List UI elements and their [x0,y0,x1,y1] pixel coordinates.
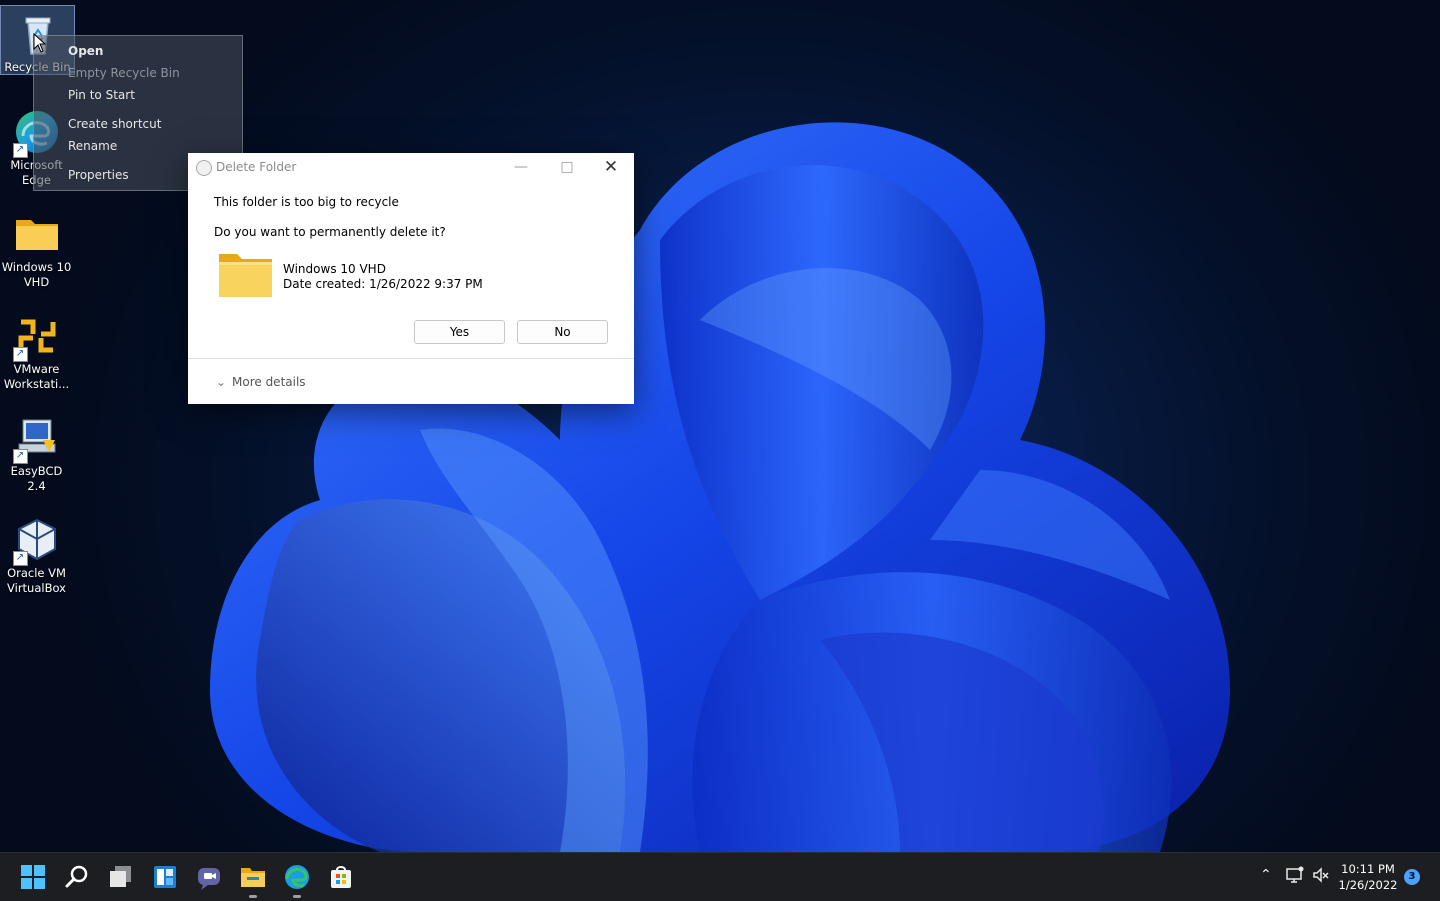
widgets-icon[interactable] [151,863,179,891]
dialog-question: Do you want to permanently delete it? [214,225,446,239]
chevron-down-icon: ⌄ [216,375,227,389]
menu-item-empty-recycle-bin: Empty Recycle Bin [68,66,180,80]
item-name: Windows 10 VHD [283,262,386,276]
folder-icon [13,210,61,258]
network-icon[interactable] [1286,866,1304,888]
dialog-app-icon [196,160,212,176]
dialog-titlebar[interactable]: Delete Folder — □ ✕ [188,153,634,183]
task-view-icon[interactable] [107,863,135,891]
taskbar: ⌃ 10:11 PM 1/26/2022 3 [0,852,1440,901]
dialog-title: Delete Folder [216,160,297,174]
menu-item-open[interactable]: Open [68,44,103,58]
shortcut-arrow-icon: ↗ [12,551,28,566]
easybcd-icon: ↗ [12,414,61,464]
notification-badge[interactable]: 3 [1404,869,1420,885]
more-details-toggle[interactable]: ⌄ More details [216,375,306,389]
maximize-button[interactable]: □ [544,153,590,183]
shortcut-arrow-icon: ↗ [12,347,28,362]
taskbar-clock[interactable]: 10:11 PM 1/26/2022 [1336,861,1400,893]
no-button[interactable]: No [517,320,608,344]
desktop-icon-label: Windows 10 VHD [1,260,72,289]
desktop-icon-label: EasyBCD 2.4 [10,464,63,493]
start-icon[interactable] [19,863,47,891]
dialog-message: This folder is too big to recycle [214,195,399,209]
minimize-button[interactable]: — [498,153,544,183]
desktop-icon-label: Oracle VM VirtualBox [7,566,66,595]
desktop-icon-virtualbox[interactable]: ↗ Oracle VM VirtualBox [0,512,73,596]
store-icon[interactable] [327,863,355,891]
volume-muted-icon[interactable] [1312,866,1330,888]
menu-item-pin-to-start[interactable]: Pin to Start [68,88,135,102]
edge-icon[interactable] [283,863,311,891]
menu-item-rename[interactable]: Rename [68,139,117,153]
dialog-divider [188,358,634,359]
chevron-up-icon[interactable]: ⌃ [1260,867,1272,883]
vmware-icon: ↗ [12,312,61,362]
desktop-icon-easybcd[interactable]: ↗ EasyBCD 2.4 [0,410,73,494]
clock-date: 1/26/2022 [1338,878,1398,892]
chat-icon[interactable] [195,863,223,891]
file-explorer-icon[interactable] [239,863,267,891]
desktop-icon-vmware[interactable]: ↗ VMware Workstati... [0,308,73,392]
shortcut-arrow-icon: ↗ [12,143,28,158]
menu-item-properties[interactable]: Properties [68,168,129,182]
desktop-icon-windows-10-vhd[interactable]: Windows 10 VHD [0,206,73,290]
folder-icon [217,252,274,299]
search-icon[interactable] [63,863,91,891]
menu-item-create-shortcut[interactable]: Create shortcut [68,117,161,131]
running-indicator [293,895,301,898]
yes-button[interactable]: Yes [414,320,505,344]
clock-time: 10:11 PM [1341,862,1395,876]
more-details-label: More details [232,375,306,389]
virtualbox-icon: ↗ [12,516,61,566]
delete-folder-dialog: Delete Folder — □ ✕ This folder is too b… [188,153,634,404]
close-button[interactable]: ✕ [588,153,634,183]
shortcut-arrow-icon: ↗ [12,449,28,464]
desktop-icon-label: VMware Workstati... [3,362,70,391]
mouse-cursor-icon [33,33,47,53]
item-date-created: Date created: 1/26/2022 9:37 PM [283,277,483,291]
running-indicator [249,895,257,898]
